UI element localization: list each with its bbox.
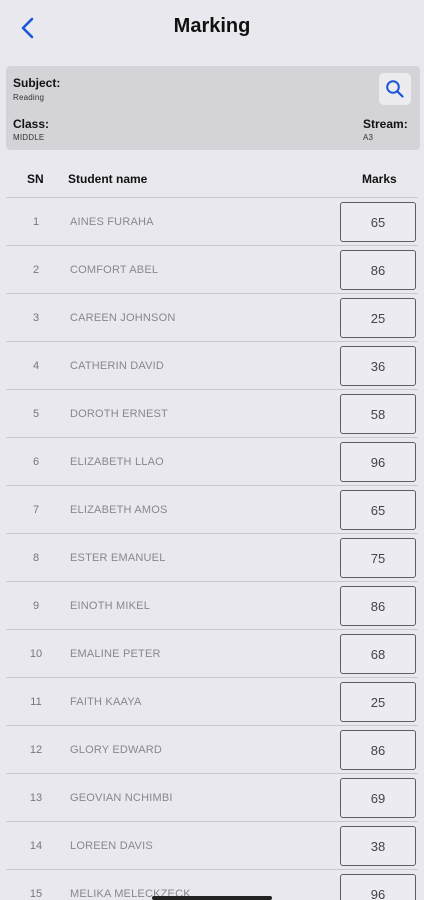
marks-input[interactable]: [340, 442, 416, 482]
table-row: 11 FAITH KAAYA: [0, 678, 424, 726]
marks-input[interactable]: [340, 394, 416, 434]
marks-input[interactable]: [340, 730, 416, 770]
page-title: Marking: [173, 15, 251, 37]
table-row: 1 AINES FURAHA: [0, 198, 424, 246]
stream-label: Stream:: [363, 117, 408, 131]
table-row: 13 GEOVIAN NCHIMBI: [0, 774, 424, 822]
marks-input[interactable]: [340, 490, 416, 530]
class-value: MIDDLE: [13, 133, 45, 142]
row-sn: 9: [32, 600, 40, 612]
app-header: Marking: [0, 0, 424, 56]
table-row: 3 CAREEN JOHNSON: [0, 294, 424, 342]
table-row: 4 CATHERIN DAVID: [0, 342, 424, 390]
row-sn: 11: [30, 696, 42, 708]
table-row: 5 DOROTH ERNEST: [0, 390, 424, 438]
row-sn: 12: [29, 744, 43, 756]
class-info-card: Subject: Reading Class: MIDDLE Stream: A…: [6, 66, 420, 150]
marks-input[interactable]: [340, 346, 416, 386]
table-row: 7 ELIZABETH AMOS: [0, 486, 424, 534]
table-row: 8 ESTER EMANUEL: [0, 534, 424, 582]
student-list: 1 AINES FURAHA 2 COMFORT ABEL 3 CAREEN JOHNSO…: [0, 198, 424, 900]
marks-input[interactable]: [340, 298, 416, 338]
row-sn: 13: [29, 792, 43, 804]
marks-input[interactable]: [340, 202, 416, 242]
student-name: EINOTH MIKEL: [70, 600, 151, 612]
table-row: 2 COMFORT ABEL: [0, 246, 424, 294]
column-student-name: Student name: [68, 172, 148, 186]
student-name: EMALINE PETER: [70, 648, 161, 660]
row-sn: 7: [32, 504, 40, 516]
subject-label: Subject:: [13, 76, 61, 90]
row-sn: 1: [32, 216, 40, 228]
stream-value: A3: [363, 133, 374, 142]
search-button[interactable]: [379, 73, 411, 105]
marks-input[interactable]: [340, 778, 416, 818]
table-row: 12 GLORY EDWARD: [0, 726, 424, 774]
marks-input[interactable]: [340, 538, 416, 578]
subject-value: Reading: [13, 93, 45, 102]
table-row: 6 ELIZABETH LLAO: [0, 438, 424, 486]
column-marks: Marks: [362, 172, 397, 186]
table-row: 10 EMALINE PETER: [0, 630, 424, 678]
row-sn: 6: [32, 456, 40, 468]
column-sn: SN: [27, 172, 44, 186]
student-name: GEOVIAN NCHIMBI: [70, 792, 173, 804]
student-name: CATHERIN DAVID: [70, 360, 165, 372]
home-indicator: [152, 896, 272, 900]
marks-input[interactable]: [340, 250, 416, 290]
row-sn: 5: [32, 408, 40, 420]
student-name: ESTER EMANUEL: [70, 552, 166, 564]
row-sn: 4: [32, 360, 40, 372]
search-icon: [386, 80, 404, 98]
row-sn: 2: [32, 264, 40, 276]
row-sn: 3: [32, 312, 40, 324]
marks-input[interactable]: [340, 634, 416, 674]
student-name: LOREEN DAVIS: [70, 840, 153, 852]
marks-input[interactable]: [340, 586, 416, 626]
student-name: ELIZABETH LLAO: [70, 456, 164, 468]
table-row: 9 EINOTH MIKEL: [0, 582, 424, 630]
row-sn: 14: [29, 840, 43, 852]
student-name: COMFORT ABEL: [70, 264, 159, 276]
student-name: GLORY EDWARD: [70, 744, 163, 756]
class-label: Class:: [13, 117, 50, 131]
student-name: CAREEN JOHNSON: [70, 312, 176, 324]
row-sn: 10: [29, 648, 43, 660]
student-name: FAITH KAAYA: [70, 696, 142, 708]
marks-input[interactable]: [340, 874, 416, 900]
row-sn: 15: [29, 888, 43, 900]
row-sn: 8: [32, 552, 40, 564]
student-name: DOROTH ERNEST: [70, 408, 168, 420]
marks-input[interactable]: [340, 826, 416, 866]
student-name: ELIZABETH AMOS: [70, 504, 168, 516]
table-row: 14 LOREEN DAVIS: [0, 822, 424, 870]
marks-input[interactable]: [340, 682, 416, 722]
table-header: SN Student name Marks: [0, 164, 424, 194]
student-name: AINES FURAHA: [70, 216, 154, 228]
